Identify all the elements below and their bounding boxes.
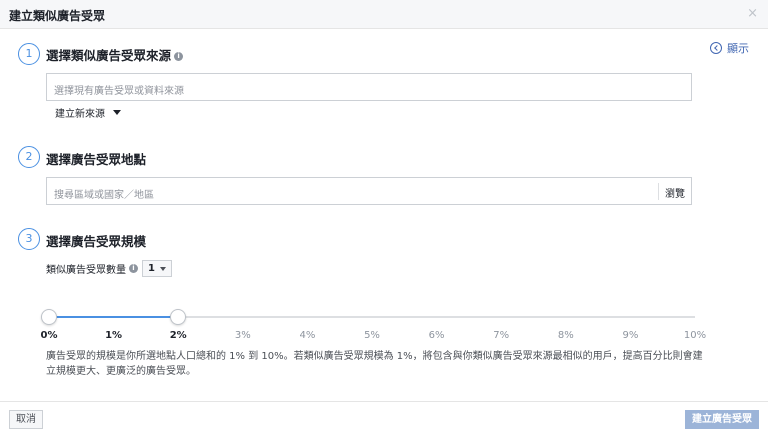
- step-3-number: 3: [18, 228, 40, 250]
- slider-tick-label: 10%: [683, 330, 707, 341]
- browse-button[interactable]: 瀏覽: [658, 183, 691, 200]
- show-toggle-link[interactable]: 顯示: [710, 40, 749, 56]
- slider-handle-start[interactable]: [41, 309, 57, 325]
- step-3-title: 選擇廣告受眾規模: [46, 234, 147, 249]
- location-search-placeholder: 搜尋區域或國家／地區: [54, 190, 154, 201]
- slider-tick-label: 2%: [169, 330, 187, 341]
- lookalike-count-label: 類似廣告受眾數量: [46, 265, 126, 276]
- create-new-source-label: 建立新來源: [55, 109, 105, 120]
- slider-tick-label: 0%: [40, 330, 58, 341]
- audience-size-description: 廣告受眾的規模是你所選地點人口總和的 1% 到 10%。若類似廣告受眾規模為 1…: [46, 351, 703, 377]
- slider-tick-label: 9%: [622, 330, 639, 341]
- dialog-header: 建立類似廣告受眾 ×: [0, 0, 768, 29]
- lookalike-count-row: 類似廣告受眾數量 i 1: [46, 260, 172, 277]
- slider-tick-label: 4%: [299, 330, 316, 341]
- step-2-number: 2: [18, 146, 40, 168]
- slider-handle-end[interactable]: [170, 309, 187, 325]
- caret-down-icon: [113, 110, 121, 115]
- cancel-button[interactable]: 取消: [9, 410, 43, 429]
- audience-source-placeholder: 選擇現有廣告受眾或資料來源: [54, 86, 184, 97]
- step-1-title-text: 選擇類似廣告受眾來源: [46, 48, 172, 63]
- create-lookalike-dialog: 建立類似廣告受眾 × 顯示 1 選擇類似廣告受眾來源 i 選擇現有廣告受眾或資料來…: [0, 0, 768, 437]
- create-new-source-dropdown[interactable]: 建立新來源: [55, 105, 121, 120]
- audience-size-slider-track[interactable]: [49, 316, 695, 318]
- location-search-input[interactable]: 搜尋區域或國家／地區 瀏覽: [46, 177, 692, 205]
- audience-source-input[interactable]: 選擇現有廣告受眾或資料來源: [46, 73, 692, 101]
- info-icon[interactable]: i: [174, 52, 184, 61]
- caret-down-icon: [159, 266, 166, 271]
- slider-tick-label: 6%: [428, 330, 445, 341]
- lookalike-count-value: 1: [148, 263, 155, 274]
- create-audience-button[interactable]: 建立廣告受眾: [685, 410, 759, 429]
- slider-tick-label: 8%: [557, 330, 574, 341]
- step-2-title: 選擇廣告受眾地點: [46, 152, 147, 167]
- slider-tick-label: 3%: [234, 330, 251, 341]
- close-icon[interactable]: ×: [747, 6, 758, 21]
- footer-divider: [0, 401, 768, 402]
- chevron-left-circle-icon: [710, 42, 722, 54]
- audience-size-slider-fill: [49, 316, 179, 318]
- info-icon[interactable]: i: [129, 264, 138, 273]
- dialog-title: 建立類似廣告受眾: [9, 9, 106, 23]
- lookalike-count-select[interactable]: 1: [142, 260, 172, 277]
- step-1-title: 選擇類似廣告受眾來源 i: [46, 45, 184, 64]
- step-1-number: 1: [18, 43, 40, 65]
- slider-tick-label: 7%: [493, 330, 510, 341]
- slider-tick-label: 1%: [105, 330, 123, 341]
- show-link-label: 顯示: [727, 42, 749, 55]
- slider-tick-label: 5%: [364, 330, 380, 341]
